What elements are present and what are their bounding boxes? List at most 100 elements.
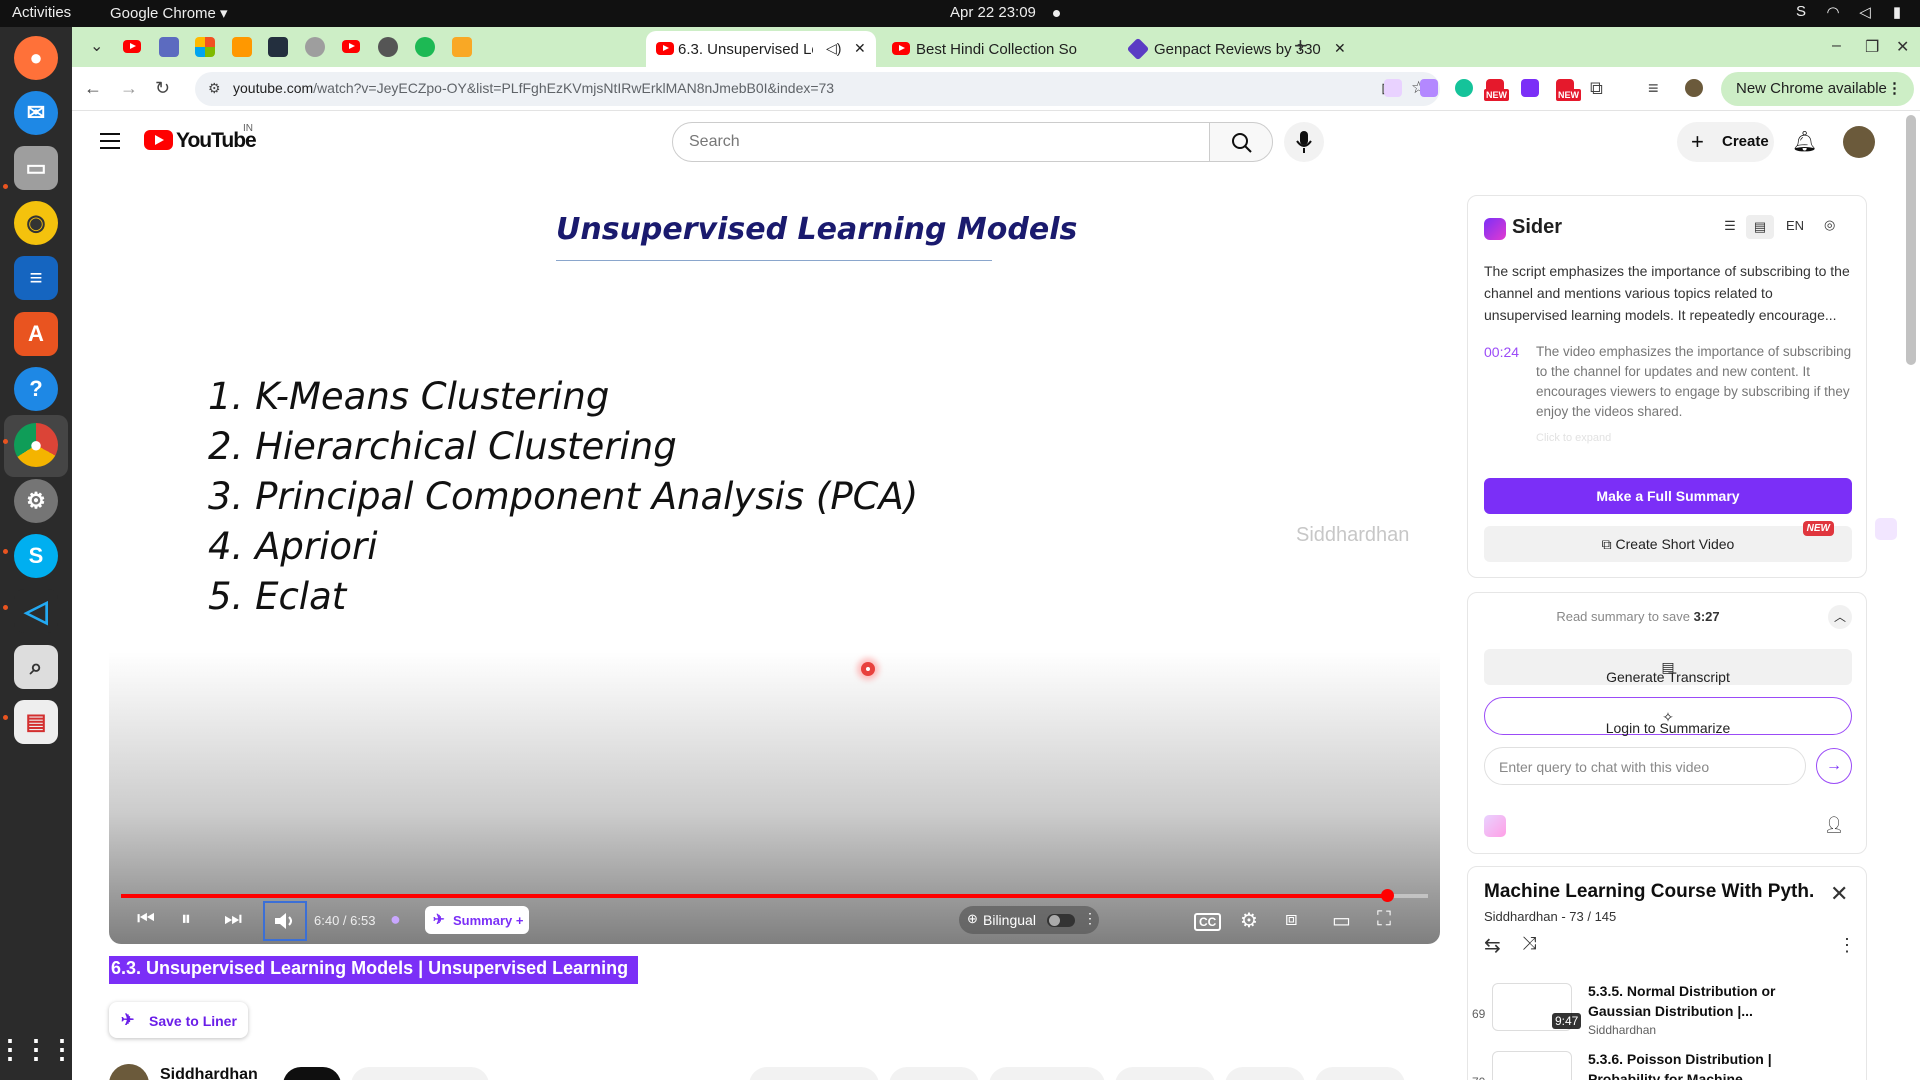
generate-transcript-button[interactable]: ▤ Generate Transcript <box>1484 649 1852 685</box>
thanks-button[interactable] <box>1115 1067 1215 1080</box>
activities-button[interactable]: Activities <box>12 4 71 21</box>
share-button[interactable] <box>889 1067 979 1080</box>
sider-float-icon[interactable] <box>1875 518 1897 540</box>
target-settings-icon[interactable]: ◎ <box>1824 217 1835 233</box>
tab-green[interactable] <box>415 37 435 57</box>
pause-icon[interactable]: ⏸︎ <box>181 908 191 931</box>
channel-avatar[interactable] <box>109 1064 149 1080</box>
tab-youtube-2[interactable] <box>341 37 361 57</box>
search-tool-icon[interactable]: ⌕ <box>14 645 58 689</box>
like-dislike-button[interactable] <box>749 1067 879 1080</box>
loop-icon[interactable]: ⇆ <box>1484 933 1501 958</box>
create-button[interactable]: + Create <box>1677 122 1774 162</box>
extensions-puzzle-icon[interactable]: ⧉ <box>1590 78 1603 99</box>
volume-icon[interactable]: ◁ <box>1856 3 1874 21</box>
back-icon[interactable]: ← <box>84 78 102 99</box>
firefox-icon[interactable]: ● <box>14 36 58 80</box>
voice-search-button[interactable] <box>1284 122 1324 162</box>
clip-button[interactable] <box>1225 1067 1305 1080</box>
tab-hindi-collection[interactable]: Best Hindi Collection So <box>884 31 1112 67</box>
click-to-expand[interactable]: Click to expand <box>1536 432 1611 444</box>
chevron-up-icon[interactable]: ︿ <box>1828 605 1852 629</box>
restore-icon[interactable]: ❐ <box>1865 37 1879 57</box>
close-icon[interactable]: ✕ <box>1830 881 1848 907</box>
tab-youtube-1[interactable] <box>122 37 142 57</box>
chrome-icon[interactable]: ● <box>14 423 58 467</box>
more-options-icon[interactable]: ⋮ <box>1083 910 1097 927</box>
clock[interactable]: Apr 22 23:09 <box>950 4 1036 21</box>
settings-icon[interactable]: ⚙ <box>14 479 58 523</box>
youtube-logo-icon[interactable] <box>144 130 173 150</box>
chat-query-input[interactable]: Enter query to chat with this video <box>1484 747 1806 785</box>
join-button[interactable] <box>283 1067 341 1080</box>
save-to-liner-button[interactable]: ✈ Save to Liner <box>109 1002 248 1038</box>
person-icon[interactable]: 👤︎ <box>1824 815 1844 835</box>
vscode-icon[interactable]: ◁ <box>14 589 58 633</box>
tab-genpact[interactable]: Genpact Reviews by 330 ✕ <box>1122 31 1352 67</box>
search-input[interactable]: Search <box>672 122 1210 162</box>
make-full-summary-button[interactable]: Make a Full Summary <box>1484 478 1852 514</box>
skype-icon[interactable]: S <box>14 534 58 578</box>
playlist-item[interactable]: 69 9:47 5.3.5. Normal Distribution or Ga… <box>1468 981 1858 1051</box>
location-pin-icon[interactable]: ● <box>390 909 401 930</box>
audio-playing-icon[interactable]: ◁) <box>826 40 841 57</box>
search-button[interactable] <box>1209 122 1273 162</box>
miniplayer-icon[interactable]: ⧈ <box>1285 908 1298 931</box>
previous-icon[interactable]: ⏮︎ <box>137 908 155 931</box>
tab-aws[interactable] <box>268 37 288 57</box>
tab-microsoft[interactable] <box>195 37 215 57</box>
url-text[interactable]: youtube.com/watch?v=JeyECZpo-OY&list=PLf… <box>233 80 834 96</box>
create-short-video-button[interactable]: ⧉ Create Short Video NEW <box>1484 521 1852 562</box>
thunderbird-icon[interactable]: ✉ <box>14 91 58 135</box>
playlist-item[interactable]: 70 5.3.6. Poisson Distribution | Probabi… <box>1468 1049 1858 1080</box>
next-icon[interactable]: ⏭︎ <box>224 908 242 931</box>
app-menu[interactable]: Google Chrome ▾ <box>110 4 228 22</box>
bilingual-switch[interactable] <box>1047 914 1075 927</box>
list-view-icon[interactable]: ☰ <box>1716 218 1744 234</box>
skype-tray-icon[interactable]: S <box>1792 3 1810 21</box>
summary-plus-button[interactable]: ✈ Summary + <box>425 906 529 934</box>
shuffle-icon[interactable]: ⤨ <box>1522 933 1536 954</box>
video-player[interactable]: Unsupervised Learning Models 1. K-Means … <box>109 182 1440 944</box>
page-scrollbar[interactable] <box>1906 115 1916 365</box>
close-window-icon[interactable]: ✕ <box>1896 37 1909 57</box>
timestamp-link[interactable]: 00:24 <box>1484 344 1519 360</box>
pen-extension-icon[interactable] <box>1420 79 1438 97</box>
tab-search-icon[interactable]: ⌄ <box>90 36 103 56</box>
grammarly-icon[interactable] <box>1455 79 1473 97</box>
tab-openai[interactable] <box>378 37 398 57</box>
volume-button[interactable] <box>263 901 307 941</box>
tab-docs[interactable] <box>159 37 179 57</box>
language-selector[interactable]: EN <box>1786 218 1804 233</box>
media-control-icon[interactable]: ≡ <box>1648 78 1659 99</box>
document-viewer-icon[interactable]: ▤ <box>14 700 58 744</box>
rhythmbox-icon[interactable]: ◉ <box>14 201 58 245</box>
address-bar[interactable]: ⚙ youtube.com/watch?v=JeyECZpo-OY&list=P… <box>195 72 1440 106</box>
battery-icon[interactable]: ▮ <box>1888 3 1906 21</box>
hamburger-menu-icon[interactable] <box>100 133 120 154</box>
download-button[interactable] <box>989 1067 1105 1080</box>
account-avatar[interactable] <box>1843 126 1875 158</box>
playlist-title[interactable]: Machine Learning Course With Pyth... <box>1484 881 1814 903</box>
send-arrow-icon[interactable]: → <box>1816 748 1852 784</box>
help-icon[interactable]: ? <box>14 367 58 411</box>
bilingual-toggle[interactable]: ⊕ Bilingual ⋮ <box>959 906 1099 934</box>
notifications-bell-icon[interactable]: 🔔︎ <box>1792 129 1817 154</box>
sider-mini-icon[interactable] <box>1484 815 1506 837</box>
theater-mode-icon[interactable]: ▭ <box>1332 908 1351 933</box>
close-tab-icon[interactable]: ✕ <box>1334 40 1346 57</box>
writer-icon[interactable]: ≡ <box>14 256 58 300</box>
app-center-icon[interactable]: A <box>14 312 58 356</box>
sider-extension-icon[interactable] <box>1384 79 1402 97</box>
tab-yellow[interactable] <box>452 37 472 57</box>
profile-avatar[interactable] <box>1685 79 1703 97</box>
forward-icon[interactable]: → <box>120 78 138 99</box>
subscribed-button[interactable] <box>351 1067 489 1080</box>
tab-active-video[interactable]: 6.3. Unsupervised Lea ◁) ✕ <box>646 31 876 67</box>
new-chrome-available-button[interactable]: New Chrome available ⋮ <box>1721 72 1914 106</box>
system-tray[interactable]: S ◠ ◁ ▮ <box>1792 3 1906 21</box>
tab-aws-box[interactable] <box>232 37 252 57</box>
reload-icon[interactable]: ↻ <box>155 78 170 99</box>
settings-gear-icon[interactable]: ⚙ <box>1240 908 1258 933</box>
subtitles-view-icon[interactable]: ▤ <box>1746 215 1774 239</box>
